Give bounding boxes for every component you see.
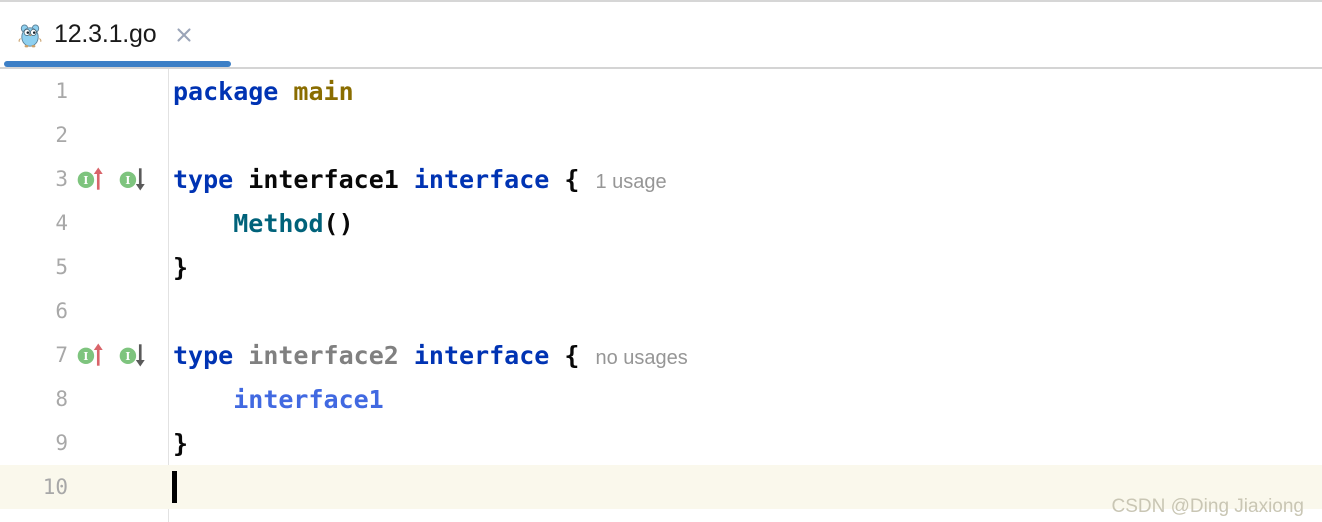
code-token: interface1: [233, 384, 384, 414]
code-token: type: [173, 164, 234, 194]
code-line[interactable]: 5}: [0, 245, 1322, 289]
line-number: 3: [55, 167, 68, 191]
code-text[interactable]: }: [168, 255, 1322, 280]
line-number: 7: [55, 343, 68, 367]
code-text[interactable]: }: [168, 431, 1322, 456]
code-text[interactable]: type interface1 interface {1 usage: [168, 167, 1322, 192]
line-number: 5: [55, 255, 68, 279]
line-number: 10: [42, 475, 68, 499]
code-text[interactable]: type interface2 interface {no usages: [168, 343, 1322, 368]
gutter-markers: [68, 341, 168, 369]
line-number: 1: [55, 79, 68, 103]
code-token: main: [293, 76, 354, 106]
code-line[interactable]: 6: [0, 289, 1322, 333]
implemented-by-icon[interactable]: [76, 165, 109, 193]
code-line[interactable]: 7 type interface2 interface {no usages: [0, 333, 1322, 377]
code-line[interactable]: 10: [0, 465, 1322, 509]
implemented-by-icon[interactable]: [76, 341, 109, 369]
code-token: interface: [413, 340, 550, 370]
usage-hint[interactable]: no usages: [579, 347, 687, 369]
close-icon[interactable]: [174, 25, 194, 45]
code-text[interactable]: package main: [168, 79, 1322, 104]
code-editor[interactable]: 1 package main 2 3 type interface1 interface…: [0, 69, 1322, 522]
gutter-markers: [68, 165, 168, 193]
code-line[interactable]: 3 type interface1 interface {1 usage: [0, 157, 1322, 201]
usage-hint[interactable]: 1 usage: [579, 171, 666, 193]
code-line[interactable]: 4 Method(): [0, 201, 1322, 245]
text-caret: [172, 471, 177, 503]
code-token: (): [323, 208, 354, 238]
code-line[interactable]: 1 package main: [0, 69, 1322, 113]
implements-icon[interactable]: [118, 165, 151, 193]
code-token: }: [173, 428, 189, 458]
code-token: {: [564, 340, 580, 370]
tab-title: 12.3.1.go: [54, 20, 157, 48]
code-token: package: [173, 76, 279, 106]
editor-window: 12.3.1.go 1 package main 2 3 type interface1…: [0, 0, 1322, 522]
code-line[interactable]: 9}: [0, 421, 1322, 465]
code-line[interactable]: 8 interface1: [0, 377, 1322, 421]
editor-tab-12-3-1-go[interactable]: 12.3.1.go: [0, 2, 208, 67]
editor-tab-bar: 12.3.1.go: [0, 2, 1322, 69]
code-text[interactable]: Method(): [168, 211, 1322, 236]
line-number: 9: [55, 431, 68, 455]
code-token: Method: [233, 208, 324, 238]
code-token: type: [173, 340, 234, 370]
line-number: 6: [55, 299, 68, 323]
code-lines: 1 package main 2 3 type interface1 interface…: [0, 69, 1322, 509]
line-number: 2: [55, 123, 68, 147]
implements-icon[interactable]: [118, 341, 151, 369]
code-token: {: [564, 164, 580, 194]
code-token: interface: [413, 164, 550, 194]
tab-active-indicator: [4, 61, 231, 67]
code-text[interactable]: interface1: [168, 387, 1322, 412]
line-number: 8: [55, 387, 68, 411]
code-line[interactable]: 2: [0, 113, 1322, 157]
code-token: interface1: [248, 164, 399, 194]
code-token: }: [173, 252, 189, 282]
line-number: 4: [55, 211, 68, 235]
code-token: interface2: [248, 340, 399, 370]
go-gopher-icon: [18, 23, 42, 47]
